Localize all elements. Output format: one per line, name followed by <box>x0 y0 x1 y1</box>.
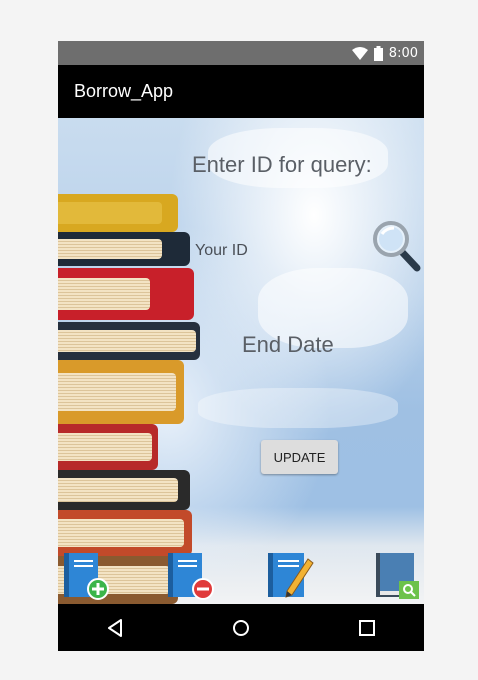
search-book-icon <box>376 553 419 599</box>
status-bar: 8:00 <box>58 41 424 65</box>
search-button[interactable] <box>372 220 422 272</box>
main-content: Enter ID for query: Your ID End Date UPD… <box>58 118 424 604</box>
navigation-bar <box>58 604 424 651</box>
books-stack-image <box>58 194 200 604</box>
remove-book-icon <box>168 553 214 600</box>
app-title: Borrow_App <box>74 81 174 101</box>
back-icon[interactable] <box>105 617 127 639</box>
phone-screen: 8:00 Borrow_App Enter ID for query: Your… <box>58 41 424 651</box>
background-texture <box>198 388 398 428</box>
end-date-label: End Date <box>242 332 334 357</box>
status-time: 8:00 <box>388 45 418 61</box>
add-book-button[interactable] <box>62 551 110 601</box>
battery-icon <box>373 45 383 61</box>
add-book-icon <box>64 553 109 600</box>
app-bar: Borrow_App <box>58 65 424 118</box>
remove-book-button[interactable] <box>166 551 214 601</box>
wifi-icon <box>351 46 368 60</box>
update-button[interactable]: UPDATE <box>261 440 338 474</box>
id-input-field[interactable]: Your ID <box>195 242 248 260</box>
edit-book-icon <box>268 553 314 598</box>
edit-book-button[interactable] <box>266 551 314 601</box>
home-icon[interactable] <box>230 617 252 639</box>
magnifier-icon <box>373 221 421 272</box>
recents-icon[interactable] <box>356 617 378 639</box>
search-book-button[interactable] <box>372 551 420 601</box>
query-label: Enter ID for query: <box>192 152 372 177</box>
